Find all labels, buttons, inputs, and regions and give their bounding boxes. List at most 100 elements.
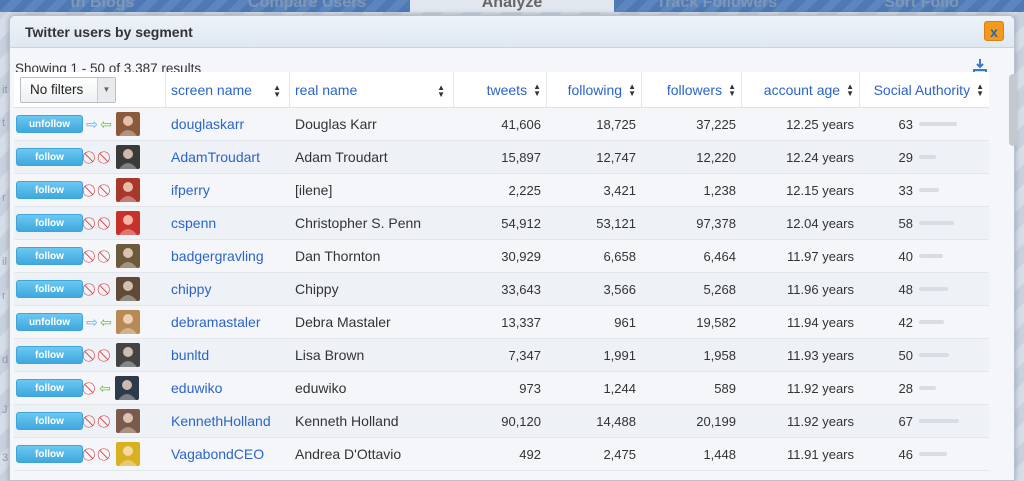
avatar[interactable] [116,211,140,235]
arrow-left-icon: ⇦ [100,313,112,330]
following-count: 961 [614,314,636,330]
column-social-authority[interactable]: Social Authority ▲ ▼ [860,72,989,107]
follow-button[interactable]: follow [16,280,83,298]
follow-button[interactable]: follow [16,181,83,199]
vertical-scrollbar[interactable] [1008,72,1018,466]
block-icon[interactable]: ⃠ [85,280,98,298]
block-icon[interactable]: ⃠ [100,445,113,463]
avatar[interactable] [116,277,140,301]
block-icon[interactable]: ⃠ [100,181,113,199]
screen-name-link[interactable]: debramastaler [166,314,290,330]
block-icon[interactable]: ⃠ [85,148,98,166]
follow-button[interactable]: follow [16,214,83,232]
row-actions: follow⃠⃠ [14,277,166,301]
column-tweets[interactable]: tweets ▲ ▼ [454,72,547,107]
avatar[interactable] [116,442,140,466]
table-row: unfollow ⇨ ⇦ douglaskarr Douglas Karr 41,606 1… [14,108,989,141]
followers-count: 1,238 [703,182,736,198]
social-authority-track [919,155,961,159]
block-icon[interactable]: ⃠ [85,181,98,199]
screen-name-link[interactable]: cspenn [166,215,290,231]
block-icon[interactable]: ⃠ [100,412,113,430]
block-icon[interactable]: ⃠ [85,214,98,232]
nav-item-compare-users[interactable]: Compare Users [204,0,410,12]
social-authority-value: 29 [898,149,913,165]
follow-button[interactable]: follow [16,412,83,430]
screen-name-link[interactable]: eduwiko [166,380,290,396]
unfollow-button[interactable]: unfollow [16,313,83,331]
block-icon[interactable]: ⃠ [85,412,98,430]
screen-name-link[interactable]: AdamTroudart [166,149,290,165]
nav-item-analyze[interactable]: Analyze [409,0,615,12]
social-authority: 48 [860,282,989,297]
social-authority-track [919,452,961,456]
follow-button[interactable]: follow [16,247,83,265]
account-age: 11.92 years [787,380,854,396]
nav-item-blogs[interactable]: th Blogs [0,0,205,12]
screen-name-link[interactable]: douglaskarr [166,116,290,132]
column-followers[interactable]: followers ▲ ▼ [642,72,742,107]
tweets-count: 41,606 [501,116,541,132]
social-authority: 67 [860,414,989,429]
following-count: 18,725 [596,116,636,132]
block-icon[interactable]: ⃠ [100,346,113,364]
follow-button[interactable]: follow [16,445,83,463]
follow-button[interactable]: follow [16,379,83,397]
real-name: Kenneth Holland [295,413,399,429]
account-age: 12.24 years [786,149,854,165]
block-icon[interactable]: ⃠ [85,346,98,364]
block-icon[interactable]: ⃠ [85,445,98,463]
table-row: follow⃠⃠chippyChippy33,6433,5665,26811.9… [14,273,989,306]
column-label: followers [666,81,723,98]
column-screen-name[interactable]: screen name ▲ ▼ [166,72,290,107]
column-account-age[interactable]: account age ▲ ▼ [742,72,860,107]
followers-count: 1,448 [703,446,736,462]
screen-name-link[interactable]: badgergravling [166,248,290,264]
close-button[interactable]: x [984,21,1004,41]
avatar[interactable] [116,310,140,334]
row-actions: follow⃠⃠ [14,244,166,268]
avatar[interactable] [116,112,140,136]
followers-count: 19,582 [696,314,736,330]
follow-button[interactable]: follow [16,346,83,364]
scrollbar-thumb[interactable] [1009,74,1017,146]
account-age: 11.96 years [787,281,854,297]
filter-select[interactable]: No filters ▼ [20,76,116,103]
nav-item-sort-followers[interactable]: Sort Follo [819,0,1024,12]
users-table: No filters ▼ screen name ▲ ▼ real name ▲ ▼… [14,72,989,471]
unfollow-button[interactable]: unfollow [16,115,83,133]
screen-name-link[interactable]: bunltd [166,347,290,363]
block-icon[interactable]: ⃠ [100,148,113,166]
avatar[interactable] [116,244,140,268]
social-authority-value: 50 [898,347,913,363]
followers-count: 589 [714,380,736,396]
sort-icon: ▲ ▼ [846,81,854,98]
top-navigation: th Blogs Compare Users Analyze Track Fol… [0,0,1024,12]
real-name: Chippy [295,281,339,297]
tweets-count: 90,120 [501,413,541,429]
block-icon[interactable]: ⃠ [100,280,113,298]
social-authority: 42 [860,315,989,330]
screen-name-link[interactable]: VagabondCEO [166,446,290,462]
screen-name-link[interactable]: KennethHolland [166,413,290,429]
nav-item-track-followers[interactable]: Track Followers [614,0,820,12]
block-icon[interactable]: ⃠ [85,247,98,265]
avatar[interactable] [116,178,140,202]
column-following[interactable]: following ▲ ▼ [547,72,642,107]
row-actions: follow⃠⃠ [14,409,166,433]
arrow-right-icon: ⇨ [86,313,98,330]
social-authority-value: 63 [898,116,913,132]
block-icon[interactable]: ⃠ [100,214,113,232]
block-icon[interactable]: ⃠ [100,247,113,265]
social-authority-bar [919,188,939,192]
block-icon[interactable]: ⃠ [85,379,98,397]
screen-name-link[interactable]: chippy [166,281,290,297]
avatar[interactable] [115,376,139,400]
column-real-name[interactable]: real name ▲ ▼ [290,72,454,107]
avatar[interactable] [116,145,140,169]
avatar[interactable] [116,343,140,367]
screen-name-link[interactable]: ifperry [166,182,290,198]
follow-button[interactable]: follow [16,148,83,166]
avatar[interactable] [116,409,140,433]
account-age: 11.92 years [787,413,854,429]
